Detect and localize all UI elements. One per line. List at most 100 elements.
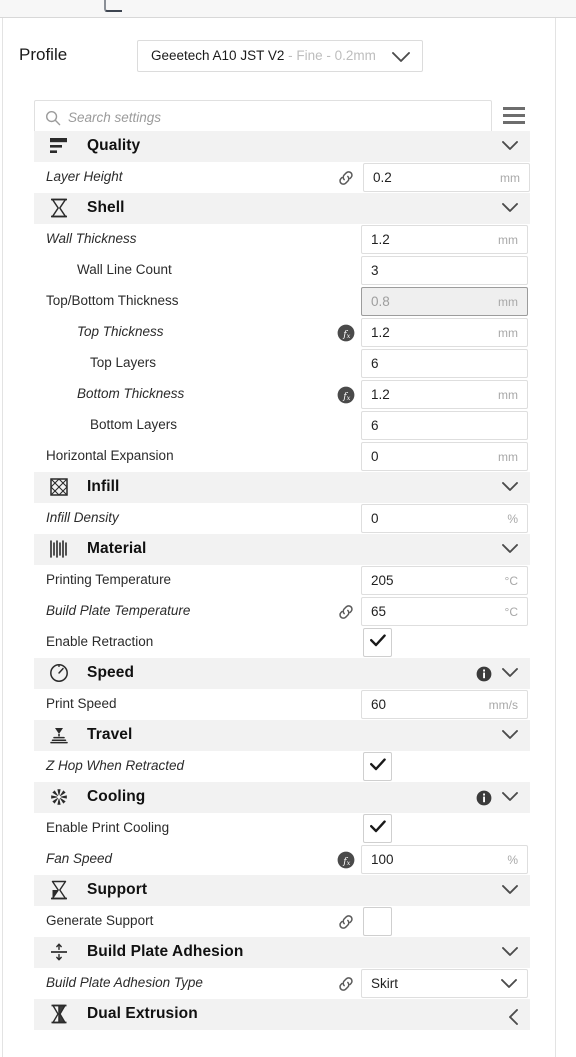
setting-row-generate-support: Generate Support — [34, 906, 530, 937]
setting-input[interactable]: 1.2 mm — [361, 380, 528, 409]
hamburger-bar — [503, 121, 525, 124]
setting-input[interactable]: 1.2mm — [361, 318, 528, 347]
travel-nozzle-icon — [48, 724, 72, 748]
setting-label: Top Thickness — [77, 324, 164, 339]
category-header-travel[interactable]: Travel — [34, 720, 530, 751]
setting-row-horizontal-expansion: Horizontal Expansion 0mm — [34, 441, 530, 472]
setting-row-enable-retraction: Enable Retraction — [34, 627, 530, 658]
category-header-cooling[interactable]: Cooling — [34, 782, 530, 813]
setting-label: Print Speed — [46, 696, 117, 711]
category-header-dual-extrusion[interactable]: Dual Extrusion — [34, 999, 530, 1030]
profile-label: Profile — [19, 45, 67, 65]
setting-label: Build Plate Temperature — [46, 603, 190, 618]
function-icon[interactable]: fx — [336, 850, 356, 870]
settings-list: Quality Layer Height 0.2mmShellWall Thickn… — [34, 131, 530, 1030]
setting-input[interactable]: 3 — [361, 256, 528, 285]
chevron-down-icon[interactable] — [502, 792, 518, 802]
info-icon[interactable] — [476, 790, 492, 806]
link-icon[interactable] — [336, 912, 356, 932]
setting-row-wall-thickness: Wall Thickness1.2mm — [34, 224, 530, 255]
settings-menu-button[interactable] — [503, 107, 525, 125]
setting-row-enable-print-cooling: Enable Print Cooling — [34, 813, 530, 844]
chevron-down-icon — [392, 52, 410, 63]
category-header-quality[interactable]: Quality — [34, 131, 530, 162]
profile-dropdown[interactable]: Geeetech A10 JST V2 - Fine - 0.2mm — [137, 40, 423, 72]
setting-input[interactable]: 6 — [361, 411, 528, 440]
chevron-down-icon[interactable] — [502, 482, 518, 492]
setting-input[interactable]: 6 — [361, 349, 528, 378]
chevron-down-icon[interactable] — [502, 885, 518, 895]
setting-label: Layer Height — [46, 169, 123, 184]
adhesion-icon — [48, 941, 72, 965]
setting-row-build-plate-adhesion-type: Build Plate Adhesion Type Skirt — [34, 968, 530, 999]
setting-unit: mm/s — [489, 698, 518, 712]
setting-value: 0 — [371, 449, 379, 464]
setting-label: Horizontal Expansion — [46, 448, 174, 463]
setting-input[interactable]: 0mm — [361, 442, 528, 471]
chevron-down-icon[interactable] — [502, 668, 518, 678]
setting-value: 3 — [371, 263, 379, 278]
setting-row-layer-height: Layer Height 0.2mm — [34, 162, 530, 193]
setting-input[interactable]: 205°C — [361, 566, 528, 595]
setting-unit: % — [507, 853, 518, 867]
chevron-down-icon[interactable] — [502, 730, 518, 740]
setting-dropdown[interactable]: Skirt — [361, 969, 528, 998]
setting-checkbox[interactable] — [363, 907, 392, 936]
function-icon[interactable]: fx — [336, 385, 356, 405]
window-tab-strip — [0, 0, 576, 18]
cooling-fan-icon — [48, 786, 72, 810]
link-icon[interactable] — [336, 168, 356, 188]
setting-checkbox[interactable] — [363, 814, 392, 843]
setting-unit: mm — [498, 388, 518, 402]
category-header-build-plate-adhesion[interactable]: Build Plate Adhesion — [34, 937, 530, 968]
profile-selected-name: Geeetech A10 JST V2 — [151, 48, 284, 63]
setting-row-fan-speed: Fan Speedfx100% — [34, 844, 530, 875]
setting-value: 1.2 — [371, 387, 390, 402]
setting-label: Top Layers — [90, 355, 156, 370]
setting-label: Infill Density — [46, 510, 119, 525]
chevron-down-icon[interactable] — [502, 947, 518, 957]
setting-label: Bottom Layers — [90, 417, 177, 432]
setting-checkbox[interactable] — [363, 752, 392, 781]
chevron-left-icon[interactable] — [508, 1009, 518, 1025]
link-icon[interactable] — [336, 602, 356, 622]
setting-input[interactable]: 0% — [361, 504, 528, 533]
check-icon — [370, 758, 387, 771]
profile-selected-suffix: - Fine - 0.2mm — [284, 48, 376, 63]
search-placeholder: Search settings — [68, 110, 161, 125]
check-icon — [370, 820, 387, 833]
setting-checkbox[interactable] — [363, 628, 392, 657]
category-title: Build Plate Adhesion — [87, 943, 243, 961]
chevron-down-icon[interactable] — [502, 203, 518, 213]
settings-panel-body: Profile Geeetech A10 JST V2 - Fine - 0.2… — [2, 18, 556, 1057]
setting-unit: % — [507, 512, 518, 526]
setting-row-top-thickness: Top Thickness fx1.2mm — [34, 317, 530, 348]
link-icon[interactable] — [336, 974, 356, 994]
setting-input[interactable]: 100% — [361, 845, 528, 874]
search-input[interactable]: Search settings — [34, 100, 492, 134]
category-header-infill[interactable]: Infill — [34, 472, 530, 503]
category-header-shell[interactable]: Shell — [34, 193, 530, 224]
category-header-support[interactable]: Support — [34, 875, 530, 906]
setting-value: 100 — [371, 852, 394, 867]
category-header-material[interactable]: Material — [34, 534, 530, 565]
category-title: Material — [87, 540, 146, 558]
tab-strip-nub-icon — [104, 0, 122, 12]
svg-text:x: x — [347, 394, 351, 402]
svg-text:x: x — [347, 859, 351, 867]
setting-input[interactable]: 1.2mm — [361, 225, 528, 254]
info-icon[interactable] — [476, 666, 492, 682]
setting-value: 205 — [371, 573, 394, 588]
chevron-down-icon[interactable] — [502, 544, 518, 554]
category-title: Support — [87, 881, 147, 899]
category-header-speed[interactable]: Speed — [34, 658, 530, 689]
setting-label: Build Plate Adhesion Type — [46, 975, 203, 990]
setting-label: Top/Bottom Thickness — [46, 293, 179, 308]
function-icon[interactable]: fx — [336, 323, 356, 343]
setting-input[interactable]: 65°C — [361, 597, 528, 626]
setting-input[interactable]: 0.2mm — [363, 163, 530, 192]
chevron-down-icon[interactable] — [502, 141, 518, 151]
material-filament-icon — [48, 538, 72, 562]
profile-row: Profile Geeetech A10 JST V2 - Fine - 0.2… — [3, 30, 557, 80]
setting-input[interactable]: 60mm/s — [361, 690, 528, 719]
